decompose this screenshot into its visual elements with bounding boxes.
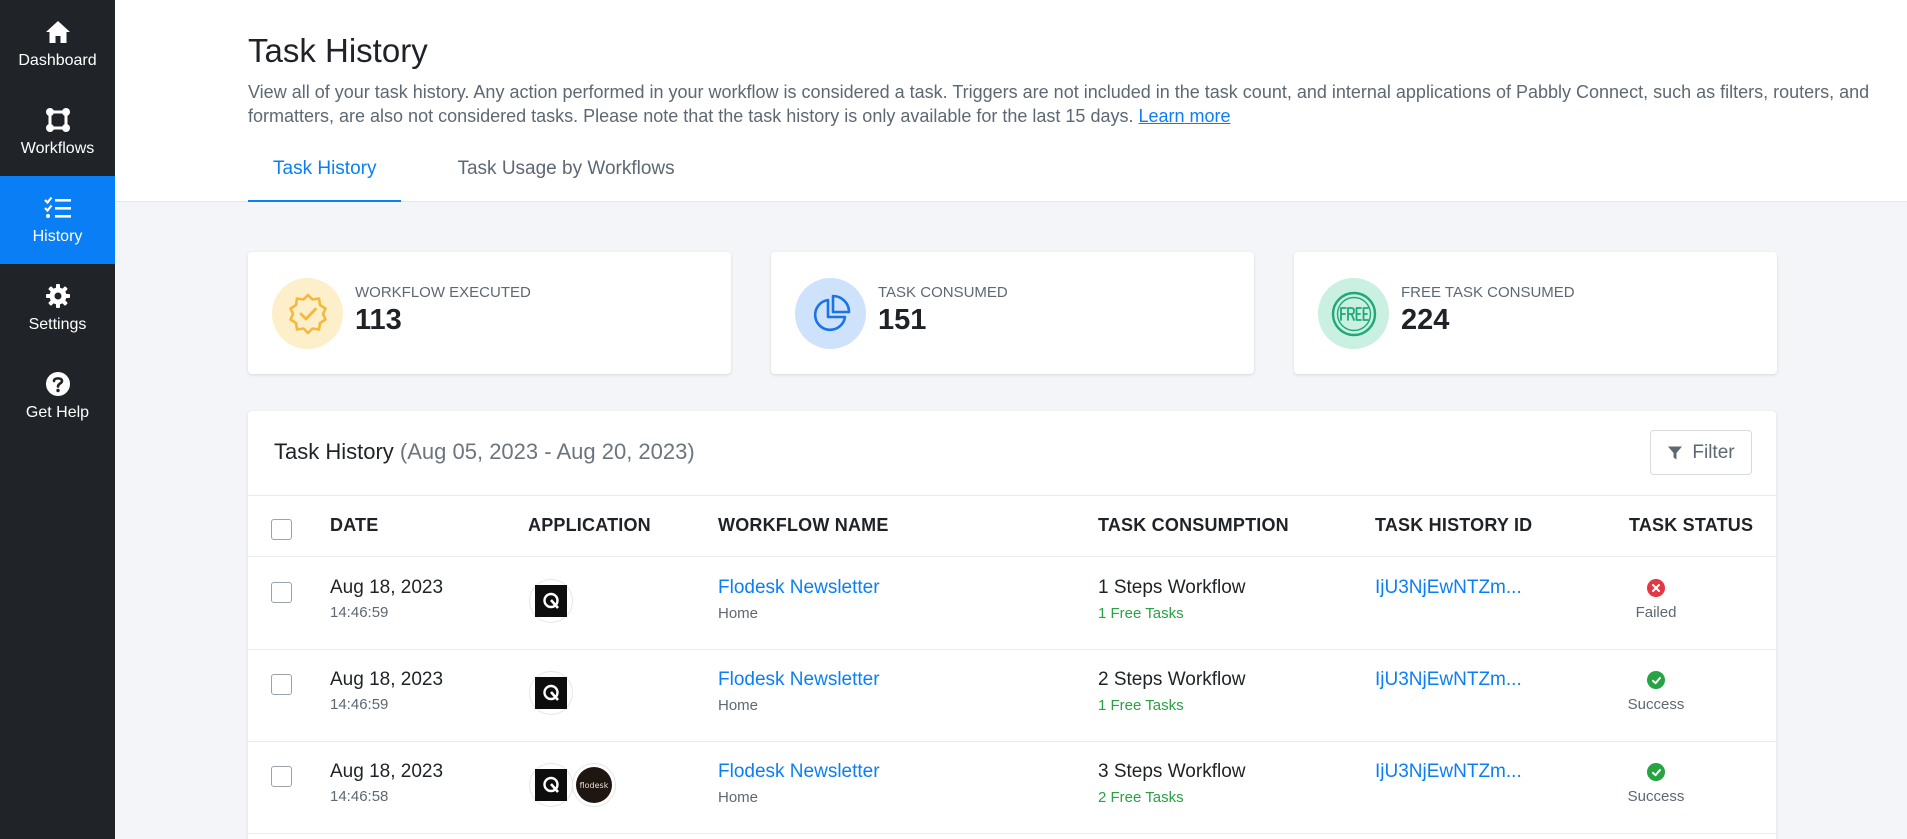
free-tasks: 1 Free Tasks [1098,697,1184,714]
select-all-checkbox[interactable] [271,519,292,540]
description-text: View all of your task history. Any actio… [248,82,1870,126]
free-tasks: 1 Free Tasks [1098,605,1184,622]
table-title-text: Task History [274,439,394,464]
table-title: Task History (Aug 05, 2023 - Aug 20, 202… [274,439,695,465]
task-consumption: 3 Steps Workflow [1098,761,1246,782]
task-history-id-link[interactable]: IjU3NjEwNTZm... [1375,761,1522,783]
status-label: Failed [1635,604,1677,621]
sidebar-item-label: Workflows [20,140,95,157]
status-label: Success [1627,788,1685,805]
sidebar-item-get-help[interactable]: Get Help [0,352,115,440]
sidebar-item-label: Settings [28,316,87,333]
app-q-icon [529,579,573,623]
stat-value: 224 [1401,304,1450,336]
sidebar-item-history[interactable]: History [0,176,115,264]
filter-icon [1667,445,1683,461]
row-checkbox[interactable] [271,766,292,787]
success-check-icon [1647,671,1665,689]
gear-icon [44,282,72,310]
task-history-table-card: Task History (Aug 05, 2023 - Aug 20, 202… [248,411,1776,839]
home-icon [44,18,72,46]
stat-card-task-consumed: TASK CONSUMED 151 [771,252,1254,374]
question-icon [44,370,72,398]
sidebar-item-label: History [32,228,83,245]
success-check-icon [1647,763,1665,781]
learn-more-link[interactable]: Learn more [1138,106,1230,126]
workflow-name-link[interactable]: Flodesk Newsletter [718,761,880,783]
stat-value: 151 [878,304,927,336]
page-title: Task History [248,32,428,69]
status-label: Success [1627,696,1685,713]
row-date: Aug 18, 2023 [330,761,444,782]
page-header: Task History View all of your task histo… [115,0,1907,202]
divider [248,495,1776,496]
workflows-icon [44,106,72,134]
stat-label: TASK CONSUMED [878,284,1008,301]
page-description: View all of your task history. Any actio… [248,80,1898,128]
tab-task-usage-by-workflows[interactable]: Task Usage by Workflows [432,152,699,202]
failed-icon [1647,579,1665,597]
stat-card-workflow-executed: WORKFLOW EXECUTED 113 [248,252,731,374]
row-time: 14:46:59 [330,696,389,713]
workflow-name-link[interactable]: Flodesk Newsletter [718,669,880,691]
task-consumption: 1 Steps Workflow [1098,577,1246,598]
app-q-icon [529,671,573,715]
application-icons [529,579,573,623]
workflow-name-link[interactable]: Flodesk Newsletter [718,577,880,599]
table-row: Aug 18, 2023 14:46:59 Flodesk Newsletter… [248,649,1776,741]
free-badge-icon [1318,278,1389,349]
row-checkbox[interactable] [271,674,292,695]
task-history-id-link[interactable]: IjU3NjEwNTZm... [1375,577,1522,599]
verified-badge-icon [272,278,343,349]
column-header-task-status[interactable]: TASK STATUS [1629,515,1753,536]
divider [248,833,1776,834]
stat-card-free-task-consumed: FREE TASK CONSUMED 224 [1294,252,1777,374]
application-icons: flodesk [529,763,616,807]
column-header-application[interactable]: APPLICATION [528,515,651,536]
row-date: Aug 18, 2023 [330,669,444,690]
flodesk-logo-icon: flodesk [572,763,616,807]
pie-chart-icon [795,278,866,349]
application-icons [529,671,573,715]
column-header-task-consumption[interactable]: TASK CONSUMPTION [1098,515,1289,536]
row-time: 14:46:59 [330,604,389,621]
task-consumption: 2 Steps Workflow [1098,669,1246,690]
workflow-folder: Home [718,697,759,714]
tab-task-history[interactable]: Task History [248,152,402,202]
date-range: (Aug 05, 2023 - Aug 20, 2023) [399,439,695,464]
stat-value: 113 [355,304,402,336]
sidebar-item-dashboard[interactable]: Dashboard [0,0,115,88]
table-row: Aug 18, 2023 14:46:58 flodesk Flodesk Ne… [248,741,1776,833]
workflow-folder: Home [718,789,759,806]
column-header-task-history-id[interactable]: TASK HISTORY ID [1375,515,1532,536]
tabs: Task History Task Usage by Workflows [248,152,700,202]
row-time: 14:46:58 [330,788,389,805]
sidebar-item-label: Get Help [25,404,90,421]
task-status: Failed [1608,579,1704,621]
table-row: Aug 18, 2023 14:46:59 Flodesk Newsletter… [248,557,1776,649]
row-checkbox[interactable] [271,582,292,603]
history-list-icon [43,194,72,222]
sidebar-item-label: Dashboard [18,52,97,69]
row-date: Aug 18, 2023 [330,577,444,598]
sidebar-item-workflows[interactable]: Workflows [0,88,115,176]
filter-label: Filter [1692,441,1735,463]
task-status: Success [1608,763,1704,805]
task-history-id-link[interactable]: IjU3NjEwNTZm... [1375,669,1522,691]
stat-label: WORKFLOW EXECUTED [355,284,531,301]
app-q-icon [529,763,573,807]
task-status: Success [1608,671,1704,713]
workflow-folder: Home [718,605,759,622]
filter-button[interactable]: Filter [1650,430,1752,475]
sidebar-item-settings[interactable]: Settings [0,264,115,352]
free-tasks: 2 Free Tasks [1098,789,1184,806]
sidebar: Dashboard Workflows History Settings Get… [0,0,115,839]
stat-label: FREE TASK CONSUMED [1401,284,1575,301]
column-header-workflow-name[interactable]: WORKFLOW NAME [718,515,889,536]
column-header-date[interactable]: DATE [330,515,378,536]
